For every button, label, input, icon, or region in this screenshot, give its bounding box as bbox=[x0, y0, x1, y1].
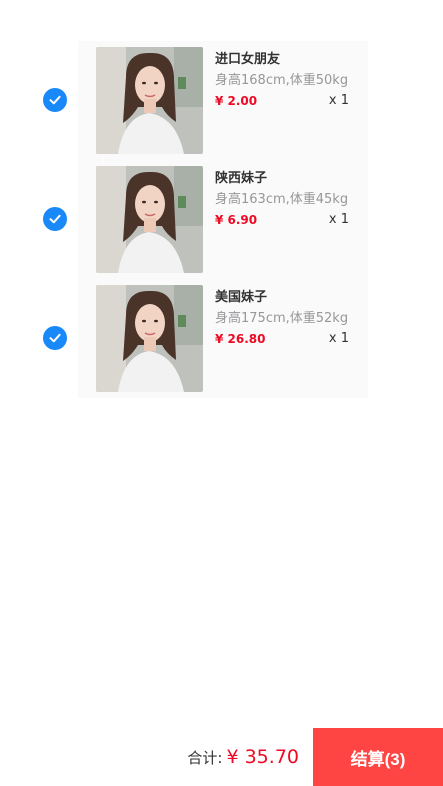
total-label: 合计: bbox=[187, 748, 223, 767]
item-price: ¥ 26.80 bbox=[215, 332, 266, 346]
cart-item: 进口女朋友 身高168cm,体重50kg ¥ 2.00 x 1 bbox=[0, 41, 443, 160]
item-desc: 身高163cm,体重45kg bbox=[215, 192, 349, 207]
portrait-photo-icon bbox=[96, 166, 203, 273]
item-checkbox[interactable] bbox=[43, 207, 67, 231]
total-price: ¥ 35.70 bbox=[226, 746, 299, 768]
item-title: 陕西妹子 bbox=[215, 171, 268, 186]
item-thumbnail[interactable] bbox=[96, 285, 203, 392]
item-card[interactable]: 美国妹子 身高175cm,体重52kg ¥ 26.80 x 1 bbox=[78, 279, 368, 398]
submit-bar: 合计: ¥ 35.70 结算(3) bbox=[0, 728, 443, 786]
item-quantity: x 1 bbox=[328, 331, 349, 346]
item-desc: 身高168cm,体重50kg bbox=[215, 73, 349, 88]
item-quantity: x 1 bbox=[328, 212, 349, 227]
item-checkbox[interactable] bbox=[43, 88, 67, 112]
cart-item: 陕西妹子 身高163cm,体重45kg ¥ 6.90 x 1 bbox=[0, 160, 443, 279]
portrait-photo-icon bbox=[96, 47, 203, 154]
check-icon bbox=[49, 95, 61, 105]
item-price: ¥ 6.90 bbox=[215, 213, 258, 227]
cart-list: 进口女朋友 身高168cm,体重50kg ¥ 2.00 x 1 陕西妹子 身高1… bbox=[0, 41, 443, 398]
item-quantity: x 1 bbox=[328, 93, 349, 108]
check-icon bbox=[49, 333, 61, 343]
item-card[interactable]: 陕西妹子 身高163cm,体重45kg ¥ 6.90 x 1 bbox=[78, 160, 368, 279]
item-price: ¥ 2.00 bbox=[215, 94, 258, 108]
item-desc: 身高175cm,体重52kg bbox=[215, 311, 349, 326]
total-summary: 合计: ¥ 35.70 bbox=[187, 728, 299, 786]
item-thumbnail[interactable] bbox=[96, 47, 203, 154]
check-icon bbox=[49, 214, 61, 224]
item-thumbnail[interactable] bbox=[96, 166, 203, 273]
portrait-photo-icon bbox=[96, 285, 203, 392]
checkout-button[interactable]: 结算(3) bbox=[313, 728, 443, 786]
item-card[interactable]: 进口女朋友 身高168cm,体重50kg ¥ 2.00 x 1 bbox=[78, 41, 368, 160]
cart-item: 美国妹子 身高175cm,体重52kg ¥ 26.80 x 1 bbox=[0, 279, 443, 398]
item-title: 美国妹子 bbox=[215, 290, 268, 305]
item-checkbox[interactable] bbox=[43, 326, 67, 350]
item-title: 进口女朋友 bbox=[215, 52, 281, 67]
